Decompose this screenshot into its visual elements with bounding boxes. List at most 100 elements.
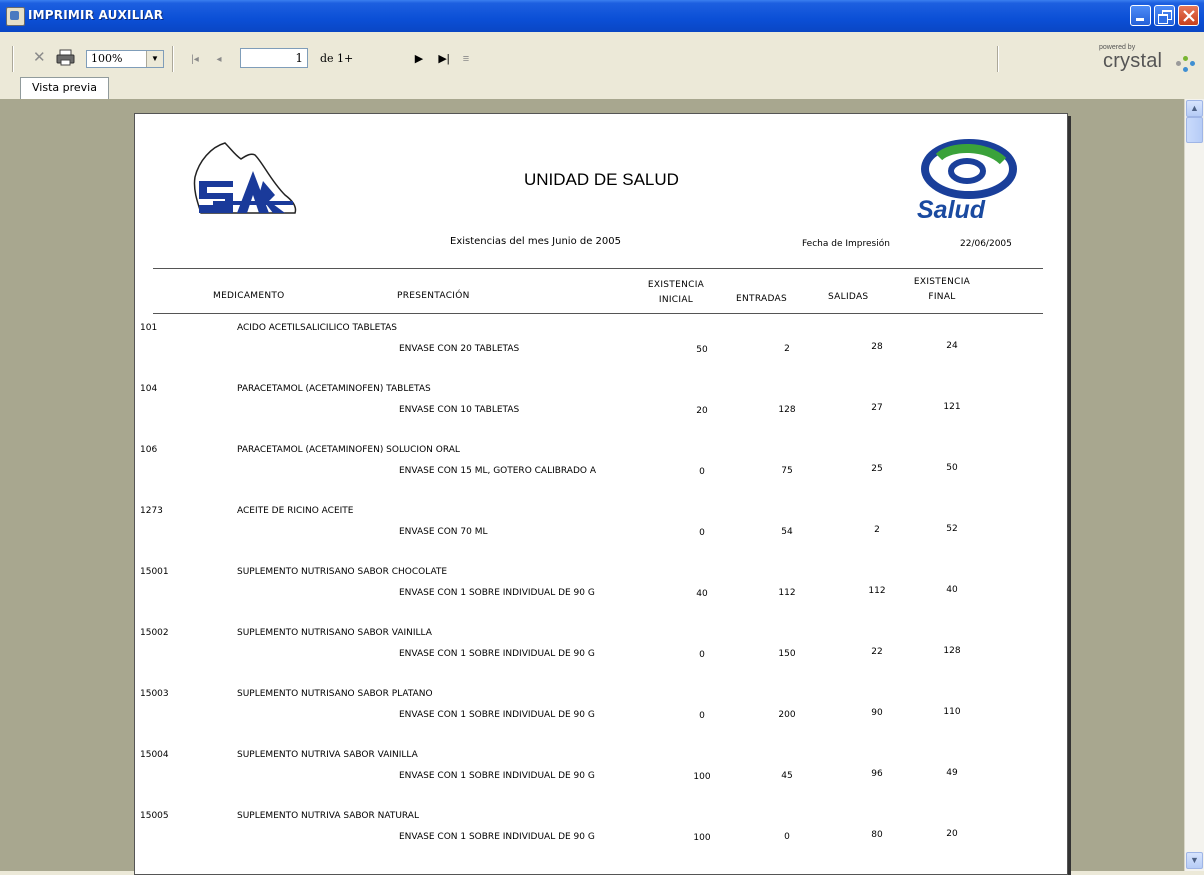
tab-vista-previa[interactable]: Vista previa bbox=[20, 77, 109, 99]
row-entradas: 45 bbox=[781, 771, 793, 781]
row-existencia-inicial: 0 bbox=[699, 528, 705, 538]
close-icon bbox=[1183, 10, 1195, 22]
row-existencia-final: 50 bbox=[946, 463, 958, 473]
col-header-presentacion: PRESENTACIÓN bbox=[397, 291, 470, 301]
crystal-brand-text: crystal bbox=[1103, 50, 1163, 72]
row-existencia-inicial: 20 bbox=[696, 406, 708, 416]
row-salidas: 112 bbox=[868, 586, 886, 596]
row-code: 104 bbox=[140, 384, 158, 394]
previous-page-icon[interactable]: ◂ bbox=[214, 53, 224, 67]
row-salidas: 27 bbox=[871, 403, 883, 413]
row-salidas: 96 bbox=[871, 769, 883, 779]
last-page-icon[interactable]: ▶| bbox=[437, 52, 451, 66]
row-entradas: 112 bbox=[778, 588, 796, 598]
row-code: 15002 bbox=[140, 628, 169, 638]
header-rule-bottom bbox=[153, 313, 1043, 314]
row-existencia-final: 24 bbox=[946, 341, 958, 351]
page-count: de 1+ bbox=[320, 52, 354, 65]
row-medicamento: SUPLEMENTO NUTRISANO SABOR VAINILLA bbox=[237, 628, 432, 638]
print-date-label: Fecha de Impresión bbox=[802, 239, 890, 249]
row-salidas: 90 bbox=[871, 708, 883, 718]
next-page-icon[interactable]: ▶ bbox=[414, 52, 424, 66]
row-presentacion: ENVASE CON 1 SOBRE INDIVIDUAL DE 90 G bbox=[399, 771, 595, 781]
col-header-entradas: ENTRADAS bbox=[736, 294, 788, 304]
col-header-medicamento: MEDICAMENTO bbox=[213, 291, 285, 301]
imss-logo bbox=[193, 142, 297, 214]
header-rule-top bbox=[153, 268, 1043, 269]
row-salidas: 28 bbox=[871, 342, 883, 352]
title-bar: IMPRIMIR AUXILIAR bbox=[0, 0, 1204, 32]
minimize-button[interactable] bbox=[1130, 5, 1151, 26]
row-existencia-inicial: 0 bbox=[699, 711, 705, 721]
page-number-input[interactable]: 1 bbox=[240, 48, 308, 68]
maximize-button[interactable] bbox=[1154, 5, 1175, 26]
row-salidas: 22 bbox=[871, 647, 883, 657]
row-medicamento: ACEITE DE RICINO ACEITE bbox=[237, 506, 354, 516]
row-code: 15001 bbox=[140, 567, 169, 577]
row-medicamento: PARACETAMOL (ACETAMINOFEN) TABLETAS bbox=[237, 384, 431, 394]
row-existencia-final: 20 bbox=[946, 829, 958, 839]
row-entradas: 150 bbox=[778, 649, 796, 659]
toolbar-separator bbox=[172, 46, 174, 72]
row-salidas: 25 bbox=[871, 464, 883, 474]
stop-icon[interactable]: ≡ bbox=[461, 52, 471, 66]
row-existencia-inicial: 100 bbox=[693, 833, 711, 843]
report-title: UNIDAD DE SALUD bbox=[524, 170, 679, 189]
row-existencia-final: 52 bbox=[946, 524, 958, 534]
print-icon[interactable] bbox=[55, 49, 77, 70]
report-page bbox=[134, 113, 1068, 875]
row-existencia-inicial: 0 bbox=[699, 650, 705, 660]
row-presentacion: ENVASE CON 15 ML, GOTERO CALIBRADO A bbox=[399, 466, 596, 476]
row-existencia-final: 40 bbox=[946, 585, 958, 595]
row-existencia-inicial: 50 bbox=[696, 345, 708, 355]
crystal-logo: powered by crystal bbox=[1099, 44, 1199, 74]
col-header-existencia-final: EXISTENCIA FINAL bbox=[913, 277, 971, 302]
zoom-select[interactable]: 100% ▼ bbox=[86, 50, 164, 68]
chevron-down-icon[interactable]: ▼ bbox=[146, 51, 163, 67]
salud-logo-text: Salud bbox=[917, 196, 986, 224]
row-presentacion: ENVASE CON 1 SOBRE INDIVIDUAL DE 90 G bbox=[399, 710, 595, 720]
zoom-value: 100% bbox=[91, 52, 123, 65]
row-presentacion: ENVASE CON 20 TABLETAS bbox=[399, 344, 520, 354]
row-medicamento: PARACETAMOL (ACETAMINOFEN) SOLUCION ORAL bbox=[237, 445, 460, 455]
row-existencia-final: 128 bbox=[943, 646, 961, 656]
row-salidas: 80 bbox=[871, 830, 883, 840]
col-header-salidas: SALIDAS bbox=[828, 292, 869, 302]
row-medicamento: SUPLEMENTO NUTRISANO SABOR PLATANO bbox=[237, 689, 433, 699]
row-entradas: 128 bbox=[778, 405, 796, 415]
first-page-icon[interactable]: |◂ bbox=[189, 53, 201, 67]
vertical-scrollbar[interactable]: ▲ ▼ bbox=[1184, 99, 1204, 871]
row-existencia-inicial: 100 bbox=[693, 772, 711, 782]
report-subtitle: Existencias del mes Junio de 2005 bbox=[450, 236, 621, 247]
row-existencia-final: 110 bbox=[943, 707, 961, 717]
row-presentacion: ENVASE CON 1 SOBRE INDIVIDUAL DE 90 G bbox=[399, 649, 595, 659]
row-code: 1273 bbox=[140, 506, 163, 516]
row-salidas: 2 bbox=[874, 525, 880, 535]
current-page-value: 1 bbox=[295, 51, 303, 65]
toolbar bbox=[0, 32, 1204, 76]
app-icon bbox=[6, 7, 25, 26]
row-code: 15004 bbox=[140, 750, 169, 760]
row-entradas: 54 bbox=[781, 527, 793, 537]
scroll-down-button[interactable]: ▼ bbox=[1186, 852, 1203, 869]
row-entradas: 2 bbox=[784, 344, 790, 354]
row-presentacion: ENVASE CON 70 ML bbox=[399, 527, 488, 537]
close-report-icon[interactable]: ✕ bbox=[33, 50, 46, 65]
window-title: IMPRIMIR AUXILIAR bbox=[28, 8, 164, 22]
row-existencia-final: 121 bbox=[943, 402, 961, 412]
row-entradas: 200 bbox=[778, 710, 796, 720]
row-medicamento: SUPLEMENTO NUTRISANO SABOR CHOCOLATE bbox=[237, 567, 448, 577]
scroll-thumb[interactable] bbox=[1186, 117, 1203, 143]
row-existencia-inicial: 40 bbox=[696, 589, 708, 599]
row-entradas: 0 bbox=[784, 832, 790, 842]
row-code: 15003 bbox=[140, 689, 169, 699]
toolbar-separator bbox=[12, 46, 14, 72]
row-medicamento: ACIDO ACETILSALICILICO TABLETAS bbox=[237, 323, 397, 333]
row-code: 15005 bbox=[140, 811, 169, 821]
scroll-up-button[interactable]: ▲ bbox=[1186, 100, 1203, 117]
col-header-existencia-inicial: EXISTENCIA INICIAL bbox=[647, 280, 705, 305]
print-date-value: 22/06/2005 bbox=[960, 239, 1012, 249]
close-button[interactable] bbox=[1178, 5, 1199, 26]
crystal-dots-icon bbox=[1175, 56, 1197, 74]
row-entradas: 75 bbox=[781, 466, 793, 476]
